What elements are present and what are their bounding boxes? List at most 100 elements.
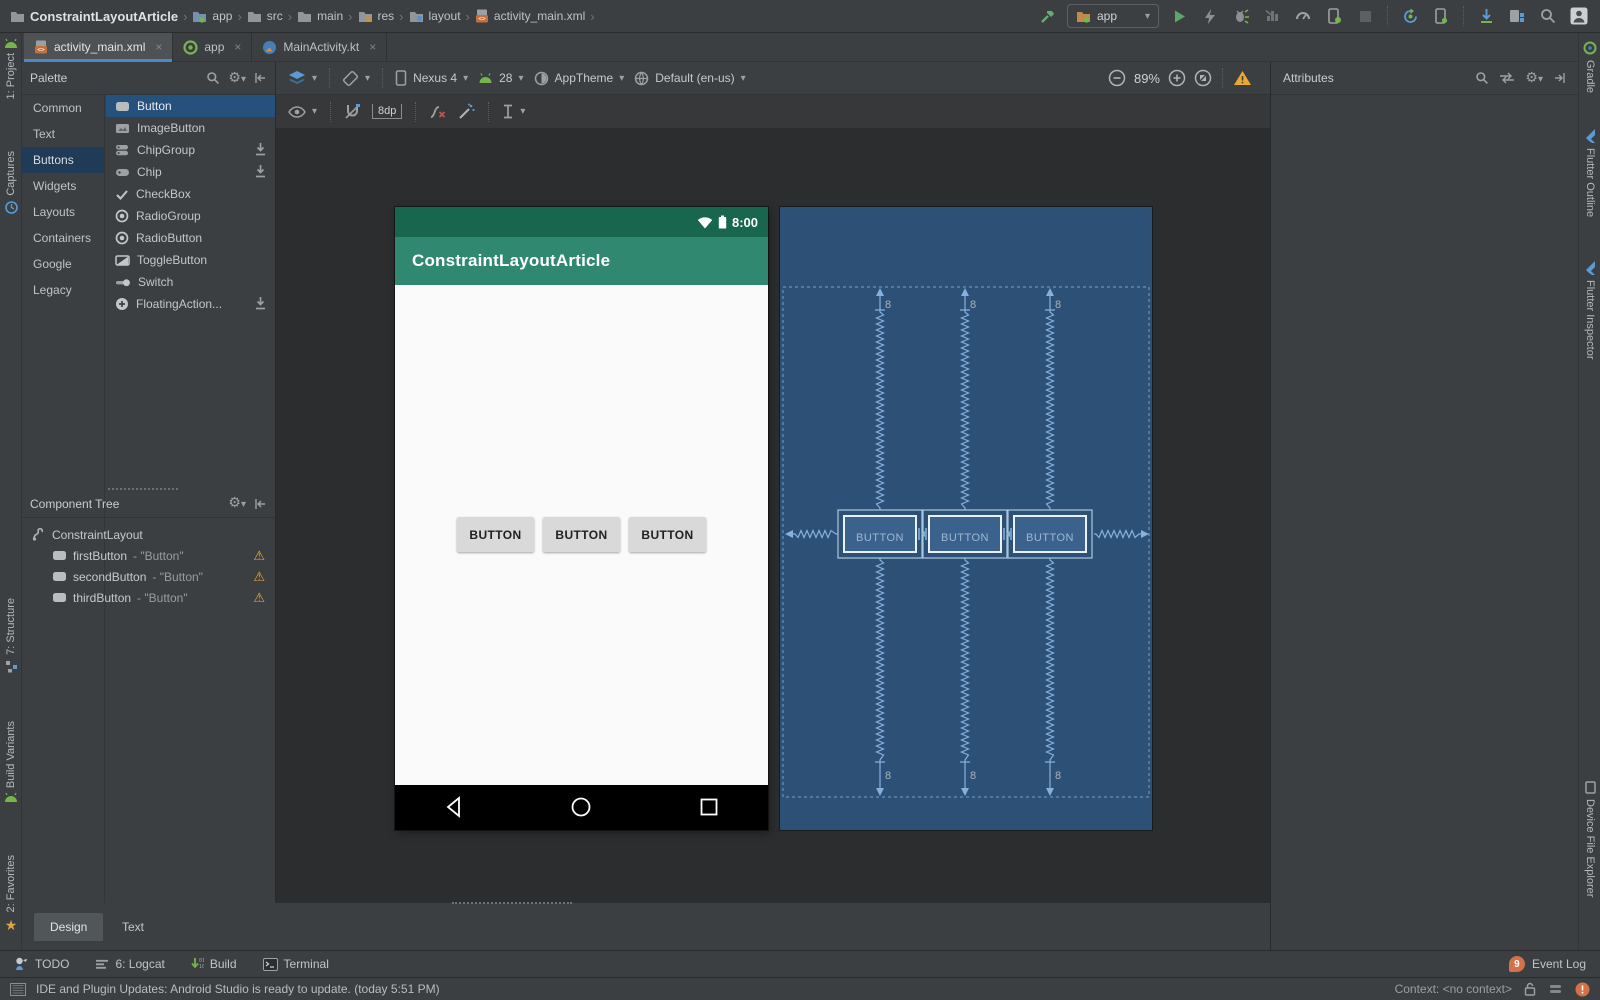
tool-button-build[interactable]: 0110 Build: [191, 957, 237, 972]
avd-manager-button[interactable]: [1430, 5, 1452, 27]
search-everywhere-button[interactable]: [1537, 5, 1559, 27]
clear-constraints-button[interactable]: [429, 104, 447, 120]
close-icon[interactable]: ×: [369, 40, 376, 54]
infer-constraints-button[interactable]: [458, 103, 475, 120]
tool-button-favorites[interactable]: 2: Favorites ★: [0, 855, 22, 934]
palette-item-radiobutton[interactable]: RadioButton: [106, 227, 275, 249]
breadcrumb-main[interactable]: main: [297, 9, 343, 23]
palette-category-legacy[interactable]: Legacy: [22, 277, 104, 303]
close-icon[interactable]: ×: [234, 40, 241, 54]
palette-item-floatingactionbutton[interactable]: FloatingAction...: [106, 293, 275, 315]
download-icon[interactable]: [254, 164, 267, 178]
breadcrumb-res[interactable]: res: [358, 9, 395, 23]
apply-changes-button[interactable]: [1199, 5, 1221, 27]
third-button-widget[interactable]: BUTTON: [629, 517, 706, 552]
palette-category-layouts[interactable]: Layouts: [22, 199, 104, 225]
close-icon[interactable]: ×: [155, 40, 162, 54]
tree-row-constraintlayout[interactable]: ConstraintLayout: [22, 524, 275, 545]
hide-panel-icon[interactable]: [254, 498, 267, 510]
view-options-button[interactable]: ▾: [288, 106, 317, 118]
profile-button[interactable]: [1261, 5, 1283, 27]
tool-button-terminal[interactable]: Terminal: [263, 957, 329, 971]
hide-panel-right-icon[interactable]: [1553, 72, 1566, 84]
first-button-widget[interactable]: BUTTON: [457, 517, 534, 552]
gear-icon[interactable]: ⚙▾: [228, 70, 246, 87]
palette-item-chipgroup[interactable]: ChipGroup: [106, 139, 275, 161]
tool-button-structure[interactable]: 7: Structure: [0, 598, 22, 673]
panel-splitter[interactable]: [452, 902, 572, 904]
tab-design[interactable]: Design: [34, 913, 103, 941]
tool-button-flutter-inspector[interactable]: Flutter Inspector: [1579, 261, 1600, 359]
design-surface[interactable]: 8:00 ConstraintLayoutArticle BUTTON BUTT…: [276, 129, 1270, 903]
hide-panel-icon[interactable]: [254, 72, 267, 84]
tool-button-event-log[interactable]: Event Log: [1532, 957, 1586, 971]
tree-row-firstbutton[interactable]: firstButton- "Button" ⚠: [22, 545, 275, 566]
palette-category-widgets[interactable]: Widgets: [22, 173, 104, 199]
palette-item-button[interactable]: Button: [106, 95, 275, 117]
breadcrumb-layout[interactable]: layout: [409, 9, 461, 23]
second-button-widget[interactable]: BUTTON: [543, 517, 620, 552]
palette-item-switch[interactable]: Switch: [106, 271, 275, 293]
run-configuration-select[interactable]: app ▾: [1067, 4, 1159, 28]
lock-icon[interactable]: [1524, 982, 1536, 996]
zoom-fit-button[interactable]: [1194, 69, 1212, 87]
pack-align-button[interactable]: ▾: [502, 104, 525, 119]
project-structure-button[interactable]: [1506, 5, 1528, 27]
palette-item-togglebutton[interactable]: ToggleButton: [106, 249, 275, 271]
swap-arrows-icon[interactable]: [1499, 72, 1515, 84]
tool-button-project[interactable]: 1: Project: [0, 39, 22, 99]
device-select[interactable]: Nexus 4 ▾: [395, 70, 468, 86]
sdk-manager-button[interactable]: [1475, 5, 1497, 27]
palette-category-text[interactable]: Text: [22, 121, 104, 147]
palette-item-imagebutton[interactable]: ImageButton: [106, 117, 275, 139]
locale-select[interactable]: Default (en-us) ▾: [634, 71, 745, 86]
palette-item-checkbox[interactable]: CheckBox: [106, 183, 275, 205]
notification-alert-icon[interactable]: [1575, 982, 1590, 997]
default-margin-select[interactable]: 8dp: [372, 104, 402, 119]
api-level-select[interactable]: 28 ▾: [478, 71, 523, 85]
sync-project-button[interactable]: [1399, 5, 1421, 27]
palette-category-buttons[interactable]: Buttons: [22, 147, 104, 173]
tool-button-device-file-explorer[interactable]: Device File Explorer: [1579, 781, 1600, 897]
debug-button[interactable]: [1230, 5, 1252, 27]
profile-avatar-button[interactable]: [1568, 5, 1590, 27]
palette-item-chip[interactable]: Chip: [106, 161, 275, 183]
tab-app[interactable]: app ×: [173, 33, 252, 61]
run-button[interactable]: [1168, 5, 1190, 27]
tree-row-secondbutton[interactable]: secondButton- "Button" ⚠: [22, 566, 275, 587]
zoom-in-button[interactable]: [1168, 69, 1186, 87]
profiler-gauge-button[interactable]: [1292, 5, 1314, 27]
tab-text[interactable]: Text: [106, 913, 160, 941]
surface-mode-select[interactable]: ▾: [288, 71, 317, 86]
palette-category-google[interactable]: Google: [22, 251, 104, 277]
gear-icon[interactable]: ⚙▾: [1525, 70, 1543, 87]
warnings-errors-button[interactable]: [1233, 70, 1252, 86]
autoconnect-toggle[interactable]: [344, 103, 361, 120]
gear-icon[interactable]: ⚙▾: [228, 495, 246, 512]
tool-button-build-variants[interactable]: Build Variants: [0, 721, 22, 802]
download-icon[interactable]: [254, 142, 267, 156]
tool-button-logcat[interactable]: 6: Logcat: [95, 957, 164, 971]
breadcrumb-project[interactable]: ConstraintLayoutArticle: [10, 9, 178, 24]
search-icon[interactable]: [1475, 71, 1489, 85]
warning-icon[interactable]: ⚠: [253, 570, 265, 583]
orientation-select[interactable]: ▾: [342, 70, 370, 87]
warning-icon[interactable]: ⚠: [253, 549, 265, 562]
attach-debugger-button[interactable]: [1323, 5, 1345, 27]
breadcrumb-app[interactable]: app: [192, 9, 232, 23]
indexing-icon[interactable]: [1548, 983, 1563, 996]
tool-button-captures[interactable]: Captures: [0, 151, 22, 214]
tool-button-todo[interactable]: TODO: [14, 957, 69, 971]
device-preview[interactable]: 8:00 ConstraintLayoutArticle BUTTON BUTT…: [395, 207, 768, 830]
zoom-out-button[interactable]: [1108, 69, 1126, 87]
palette-category-common[interactable]: Common: [22, 95, 104, 121]
download-icon[interactable]: [254, 296, 267, 310]
warning-icon[interactable]: ⚠: [253, 591, 265, 604]
breadcrumb-src[interactable]: src: [247, 9, 283, 23]
blueprint-preview[interactable]: 888888BUTTONBUTTONBUTTON: [780, 207, 1152, 830]
tab-mainactivity-kt[interactable]: MainActivity.kt ×: [252, 33, 387, 61]
palette-item-radiogroup[interactable]: RadioGroup: [106, 205, 275, 227]
tool-button-flutter-outline[interactable]: Flutter Outline: [1579, 129, 1600, 217]
toolwindow-toggle-icon[interactable]: [10, 983, 26, 996]
stop-button[interactable]: [1354, 5, 1376, 27]
